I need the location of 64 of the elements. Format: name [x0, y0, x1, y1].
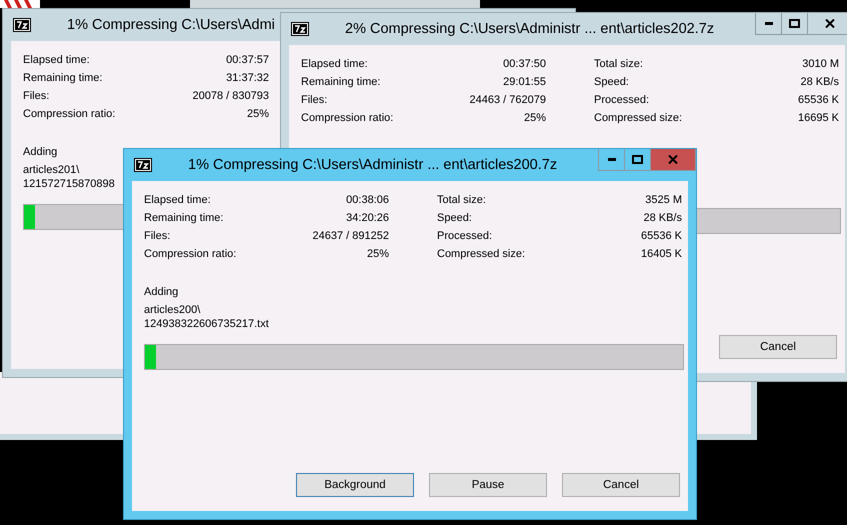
stat-value: 00:37:50 — [503, 58, 546, 70]
stat-value: 24463 / 762079 — [470, 94, 546, 106]
stat-label: Remaining time: — [23, 72, 102, 84]
stat-value: 25% — [366, 248, 389, 260]
stat-value: 28 KB/s — [800, 76, 839, 88]
stat-value: 65536 K — [798, 94, 839, 106]
stat-label: Speed: — [437, 212, 472, 224]
stat-value: 29:01:55 — [503, 76, 546, 88]
dialog-button[interactable]: Background — [296, 473, 414, 497]
dialog-button[interactable]: Pause — [429, 473, 547, 497]
stat-label: Elapsed time: — [144, 194, 211, 206]
stat-value: 20078 / 830793 — [192, 90, 269, 102]
window-title: 1% Compressing C:\Users\Admi — [67, 17, 275, 33]
file-path: 121572715870898 — [23, 177, 115, 191]
close-button[interactable] — [650, 149, 696, 171]
stat-label: Files: — [23, 90, 50, 102]
stat-value: 31:37:32 — [226, 72, 269, 84]
window-title: 2% Compressing C:\Users\Administr ... ent\articles202.7z — [345, 21, 714, 37]
stat-label: Compression ratio: — [23, 108, 116, 120]
app-icon — [13, 18, 31, 32]
adding-label: Adding — [23, 145, 58, 160]
stat-value: 34:20:26 — [346, 212, 389, 224]
stat-label: Elapsed time: — [23, 54, 90, 66]
minimize-icon — [764, 22, 772, 25]
minimize-icon — [608, 158, 616, 161]
stat-value: 25% — [524, 112, 546, 124]
stat-value: 24637 / 891252 — [312, 230, 389, 242]
close-icon — [668, 155, 678, 164]
file-path: articles200\ — [144, 303, 200, 317]
stat-label: Compressed size: — [437, 248, 526, 260]
stat-value: 16695 K — [798, 112, 839, 124]
stat-label: Remaining time: — [301, 76, 380, 88]
stat-value: 28 KB/s — [643, 212, 682, 224]
file-path: 124938322606735217.txt — [144, 317, 269, 331]
close-icon — [825, 19, 835, 28]
file-path: articles201\ — [23, 163, 80, 177]
stat-label: Compressed size: — [594, 112, 682, 124]
stat-value: 3525 M — [645, 194, 682, 206]
stat-value: 16405 K — [641, 248, 682, 260]
window-title: 1% Compressing C:\Users\Administr ... ent\articles200.7z — [188, 157, 558, 173]
stat-label: Files: — [301, 94, 328, 106]
stat-label: Compression ratio: — [144, 248, 236, 260]
stat-value: 00:37:57 — [226, 54, 269, 66]
adding-label: Adding — [144, 285, 178, 300]
stat-label: Remaining time: — [144, 212, 224, 224]
minimize-button[interactable] — [598, 149, 625, 171]
app-icon — [291, 22, 309, 36]
maximize-icon — [632, 155, 643, 164]
stat-label: Elapsed time: — [301, 58, 368, 70]
stat-value: 3010 M — [802, 58, 839, 70]
stat-value: 65536 K — [641, 230, 682, 242]
stat-label: Total size: — [437, 194, 486, 206]
stat-label: Total size: — [594, 58, 643, 70]
stat-value: 00:38:06 — [346, 194, 389, 206]
stat-label: Processed: — [594, 94, 650, 106]
striped-icon — [0, 0, 40, 8]
stat-label: Processed: — [437, 230, 492, 242]
dialog-button[interactable]: Cancel — [562, 473, 680, 497]
stat-label: Files: — [144, 230, 170, 242]
stat-label: Speed: — [594, 76, 629, 88]
stat-value: 25% — [246, 108, 269, 120]
stat-label: Compression ratio: — [301, 112, 394, 124]
app-icon — [134, 158, 152, 172]
maximize-icon — [789, 19, 800, 28]
